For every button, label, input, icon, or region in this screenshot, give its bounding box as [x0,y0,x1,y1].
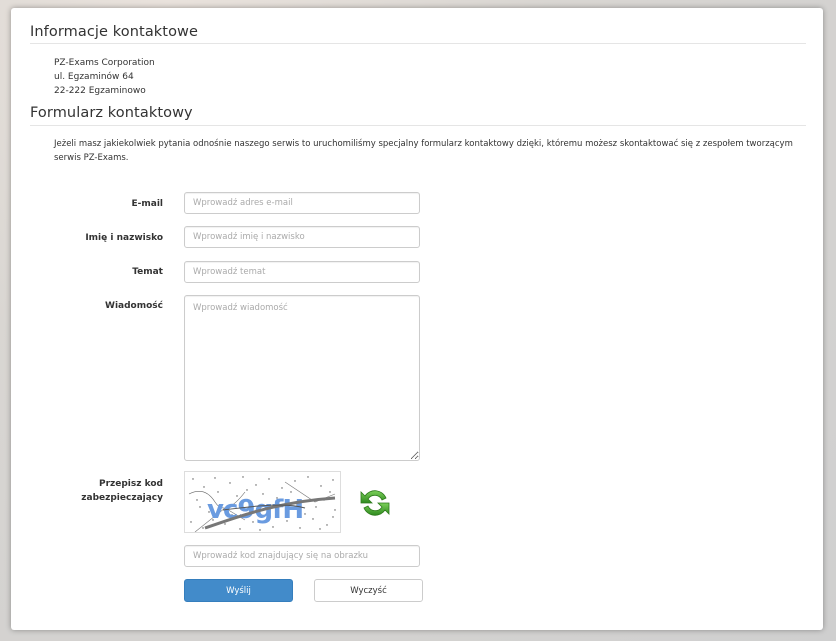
email-label: E-mail [131,199,163,209]
address-block: PZ-Exams Corporation ul. Egzaminów 64 22… [54,56,155,98]
subject-field[interactable] [184,261,420,283]
captcha-label-line: zabezpieczający [81,493,163,503]
captcha-input[interactable] [184,545,420,567]
name-label: Imię i nazwisko [85,233,163,243]
address-line: ul. Egzaminów 64 [54,72,134,82]
submit-button[interactable]: Wyślij [184,579,293,602]
divider [30,43,806,44]
contact-info-title: Informacje kontaktowe [30,24,199,40]
subject-label: Temat [132,267,163,277]
name-field[interactable] [184,226,420,248]
contact-panel: Informacje kontaktowe PZ-Exams Corporati… [11,8,823,630]
captcha-graphic: vc9gfH [188,476,336,532]
divider [30,125,806,126]
captcha-label: Przepisz kod zabezpieczający [81,477,163,505]
captcha-text: vc9gfH [207,495,303,525]
form-intro-text: Jeżeli masz jakiekolwiek pytania odnośni… [54,139,793,163]
captcha-label-line: Przepisz kod [98,479,163,489]
message-textarea[interactable] [184,295,420,461]
email-field[interactable] [184,192,420,214]
address-line: PZ-Exams Corporation [54,58,155,68]
clear-button[interactable]: Wyczyść [314,579,423,602]
captcha-image: vc9gfH [184,471,341,533]
refresh-icon[interactable] [357,485,393,521]
contact-form-title: Formularz kontaktowy [30,105,193,121]
address-line: 22-222 Egzaminowo [54,86,146,96]
message-label: Wiadomość [105,301,163,311]
